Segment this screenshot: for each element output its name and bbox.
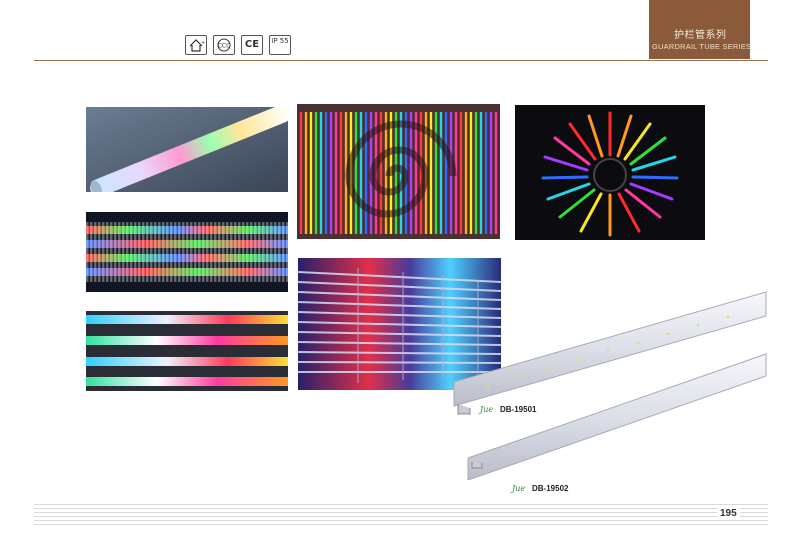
- svg-text:+: +: [201, 40, 205, 46]
- footer-line-3: [34, 512, 768, 513]
- footer-line-4: [34, 516, 768, 517]
- house-certification-icon: +: [185, 35, 207, 55]
- brand-logo-2: Jue: [512, 484, 526, 493]
- header-rule: [34, 60, 768, 61]
- series-title-cn: 护栏管系列: [674, 30, 727, 41]
- footer-line-2: [34, 508, 768, 509]
- ip55-rating-icon: IP 55: [269, 35, 291, 55]
- ip55-label: IP 55: [271, 37, 289, 45]
- svg-text:CCC: CCC: [218, 43, 231, 50]
- footer-line-5: [34, 520, 768, 521]
- brand-logo-1: Jue: [480, 405, 494, 414]
- page-number: 195: [717, 508, 740, 519]
- product-label-1: DB-19501: [500, 405, 537, 414]
- series-title-en: GUARDRAIL TUBE SERIES: [652, 42, 752, 51]
- footer-line-1: [34, 504, 768, 505]
- product-tube-renders: [448, 290, 768, 480]
- photo-dotted-strips: [86, 212, 288, 292]
- photo-single-tube: [86, 107, 288, 192]
- photo-spiral-array: [297, 104, 500, 239]
- ce-certification-icon: CE: [241, 35, 263, 55]
- ccc-certification-icon: CCC: [213, 35, 235, 55]
- product-label-2: DB-19502: [532, 484, 569, 493]
- footer-line-6: [34, 524, 768, 525]
- photo-sunburst: [515, 105, 705, 240]
- photo-stacked-tubes: [86, 311, 288, 391]
